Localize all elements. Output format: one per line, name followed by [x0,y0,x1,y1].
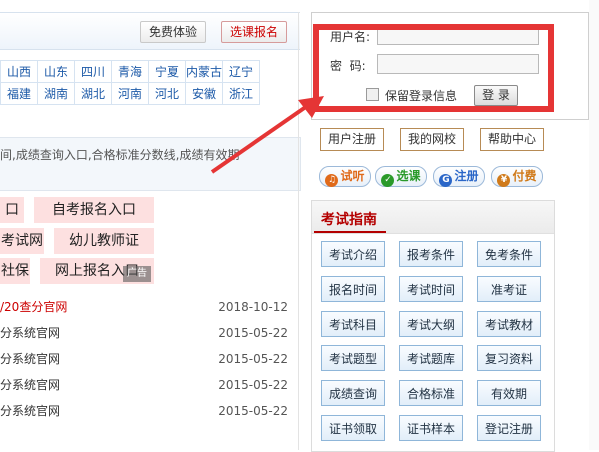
highlight-frame [313,24,554,112]
news-date: 2015-05-22 [218,326,288,340]
guide-button[interactable]: 考试时间 [399,276,463,302]
exam-guide-title: 考试指南 [321,212,377,228]
region-link[interactable]: 湖北 [74,82,112,105]
select-course-button[interactable]: ✓ 选课 [375,166,427,187]
news-date: 2015-05-22 [218,352,288,366]
region-link[interactable]: 青海 [111,60,149,83]
promo-link[interactable]: 自考报名入口 [34,197,154,223]
headphones-icon: ♫ [325,174,339,187]
news-title[interactable]: /20查分官网 [0,296,67,318]
pill-label: 选课 [396,169,421,183]
help-center-link[interactable]: 帮助中心 [480,128,544,151]
news-date: 2018-10-12 [218,300,288,314]
register-icon: G [439,174,453,187]
guide-button[interactable]: 考试教材 [477,311,541,337]
guide-button[interactable]: 免考条件 [477,241,541,267]
news-item[interactable]: 分系统官网 2015-05-22 [0,400,298,422]
region-link[interactable]: 河南 [111,82,149,105]
guide-button[interactable]: 考试大纲 [399,311,463,337]
news-item[interactable]: 分系统官网 2015-05-22 [0,348,298,370]
region-link[interactable]: 内蒙古 [185,60,223,83]
course-signup-button[interactable]: 选课报名 [221,21,288,43]
free-trial-button[interactable]: 免费体验 [140,21,207,43]
guide-button[interactable]: 考试题型 [321,345,385,371]
news-title[interactable]: 分系统官网 [0,400,60,422]
guide-button[interactable]: 报考条件 [399,241,463,267]
pill-label: 注册 [454,169,479,183]
page-edge [589,0,599,450]
guide-button[interactable]: 合格标准 [399,380,463,406]
news-item[interactable]: /20查分官网 2018-10-12 [0,296,298,318]
check-icon: ✓ [381,174,395,187]
region-link[interactable]: 辽宁 [222,60,260,83]
region-link[interactable]: 福建 [0,82,38,105]
news-title[interactable]: 分系统官网 [0,348,60,370]
payment-icon: ¥ [497,174,511,187]
guide-button[interactable]: 报名时间 [321,276,385,302]
guide-button[interactable]: 考试题库 [399,345,463,371]
trial-listen-button[interactable]: ♫ 试听 [319,166,371,187]
promo-link[interactable]: 社保 [0,258,30,284]
news-date: 2015-05-22 [218,378,288,392]
news-title[interactable]: 分系统官网 [0,374,60,396]
guide-button[interactable]: 证书领取 [321,415,385,441]
guide-button[interactable]: 考试科目 [321,311,385,337]
guide-button[interactable]: 成绩查询 [321,380,385,406]
promo-link[interactable]: 考试网 [0,228,44,254]
region-link[interactable]: 四川 [74,60,112,83]
guide-button[interactable]: 有效期 [477,380,541,406]
region-row: 山西 山东 四川 青海 宁夏 内蒙古 辽宁 [0,60,260,83]
course-header-bar: 免费体验 选课报名 [0,12,300,50]
my-school-link[interactable]: 我的网校 [400,128,464,151]
promo-link[interactable]: 口 [0,197,24,223]
promo-link[interactable]: 幼儿教师证 [54,228,154,254]
guide-button[interactable]: 考试介绍 [321,241,385,267]
annotation-arrow [210,96,324,174]
region-link[interactable]: 湖南 [37,82,75,105]
guide-button[interactable]: 准考证 [477,276,541,302]
ad-label: 广告 [123,266,151,282]
guide-button[interactable]: 复习资料 [477,345,541,371]
region-link[interactable]: 山西 [0,60,38,83]
guide-button[interactable]: 登记注册 [477,415,541,441]
pill-label: 付费 [512,169,537,183]
news-item[interactable]: 分系统官网 2015-05-22 [0,322,298,344]
region-link[interactable]: 山东 [37,60,75,83]
register-button[interactable]: G 注册 [433,166,485,187]
pill-label: 试听 [340,169,365,183]
news-item[interactable]: 分系统官网 2015-05-22 [0,374,298,396]
news-title[interactable]: 分系统官网 [0,322,60,344]
news-date: 2015-05-22 [218,404,288,418]
payment-button[interactable]: ¥ 付费 [491,166,543,187]
title-underline [314,231,386,233]
guide-button[interactable]: 证书样本 [399,415,463,441]
region-link[interactable]: 宁夏 [148,60,186,83]
region-link[interactable]: 河北 [148,82,186,105]
column-divider [298,12,299,450]
user-register-link[interactable]: 用户注册 [320,128,384,151]
